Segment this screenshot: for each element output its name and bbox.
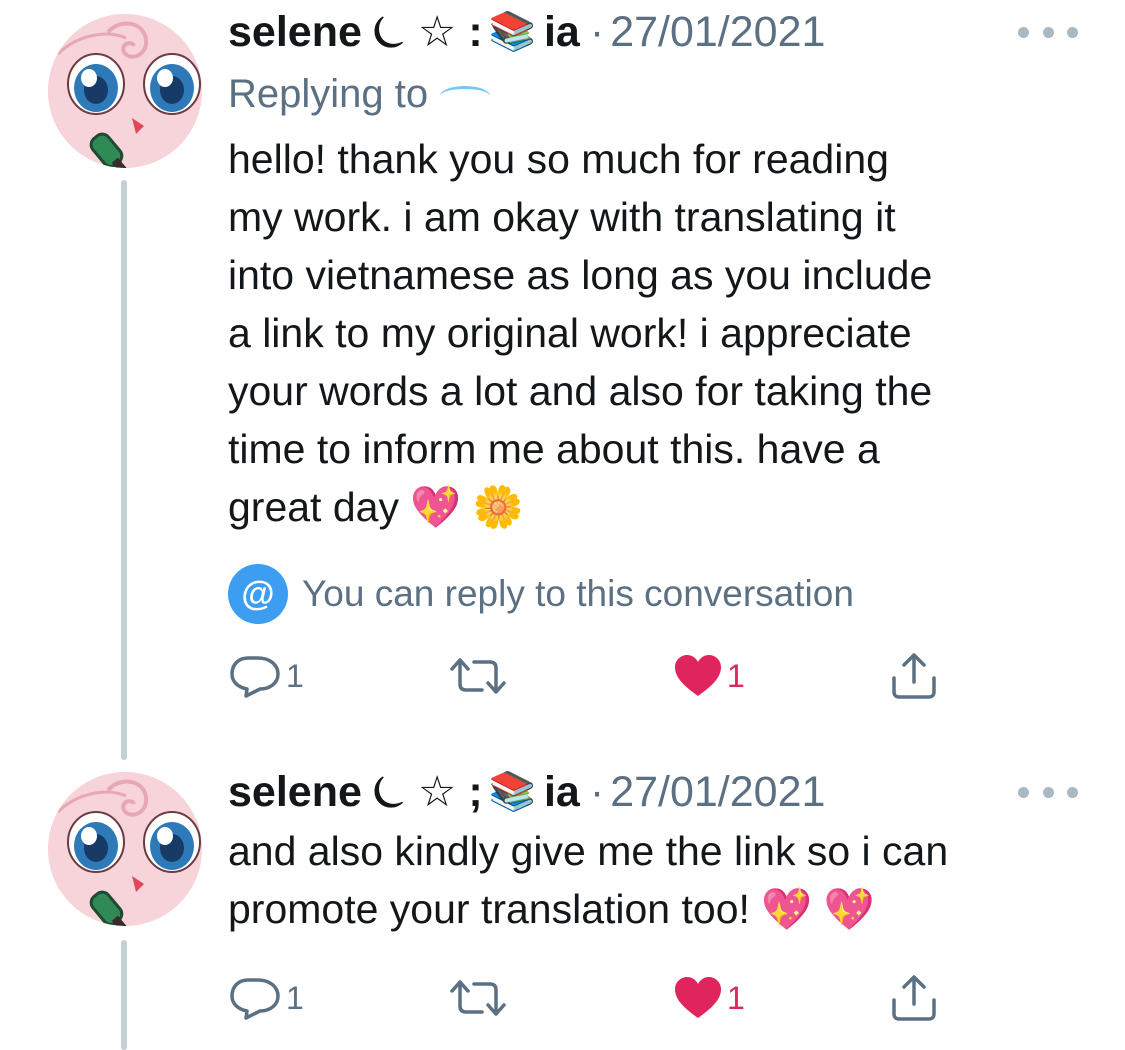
reply-permission-text: You can reply to this conversation <box>302 573 854 614</box>
jigglypuff-avatar-image <box>48 14 202 168</box>
display-name-symbols: ⏾ ☆ : <box>371 8 483 56</box>
like-count: 1 <box>727 657 745 694</box>
tweet-text: hello! thank you so much for reading my … <box>228 136 933 530</box>
tweet-header: selene ⏾ ☆ : 📚 ia · 27/01/2021 <box>228 4 1088 60</box>
reply-count: 1 <box>286 657 304 694</box>
books-emoji: 📚 <box>488 771 536 813</box>
like-count: 1 <box>727 979 745 1016</box>
heart-icon <box>675 655 721 696</box>
tweet[interactable]: selene ⏾ ☆ : 📚 ia · 27/01/2021 Replying … <box>228 4 1088 706</box>
display-name[interactable]: selene <box>228 764 362 820</box>
books-emoji: 📚 <box>488 11 536 53</box>
tweet-actions: 1 1 <box>228 646 1088 706</box>
share-button[interactable] <box>888 968 940 1028</box>
tweet-text: and also kindly give me the link so i ca… <box>228 828 949 932</box>
thread-connector-line <box>121 180 127 760</box>
display-name-symbols: ⏾ ☆ ; <box>371 768 483 816</box>
share-icon <box>892 975 936 1021</box>
jigglypuff-avatar-image <box>48 772 202 926</box>
display-name-suffix: ia <box>543 8 580 56</box>
separator-dot: · <box>589 768 605 816</box>
avatar[interactable] <box>48 772 202 926</box>
at-sign-icon: @ <box>228 564 288 624</box>
thread-connector-line <box>121 940 127 1050</box>
retweet-icon <box>450 980 506 1016</box>
replying-to-label: Replying to <box>228 72 429 116</box>
tweet-header: selene ⏾ ☆ ; 📚 ia · 27/01/2021 <box>228 764 1088 820</box>
reply-count: 1 <box>286 979 304 1016</box>
replying-to-line: Replying to <box>228 66 1088 122</box>
avatar[interactable] <box>48 14 202 168</box>
replying-to-handle[interactable] <box>440 86 491 106</box>
separator-dot: · <box>589 8 605 56</box>
tweet-actions: 1 1 <box>228 968 1088 1028</box>
more-dots-icon[interactable] <box>1018 22 1078 42</box>
tweet-date[interactable]: 27/01/2021 <box>610 4 825 60</box>
retweet-icon <box>450 658 506 694</box>
like-button[interactable]: 1 <box>673 968 745 1028</box>
reply-button[interactable]: 1 <box>228 646 304 706</box>
like-button[interactable]: 1 <box>673 646 745 706</box>
reply-bubble-icon <box>230 978 280 1020</box>
share-button[interactable] <box>888 646 940 706</box>
reply-permission-notice: @ You can reply to this conversation <box>228 564 1088 624</box>
tweet[interactable]: selene ⏾ ☆ ; 📚 ia · 27/01/2021 and also … <box>228 764 1088 1028</box>
display-name-suffix: ia <box>543 768 580 816</box>
tweet-date[interactable]: 27/01/2021 <box>610 764 825 820</box>
conversation-thread: selene ⏾ ☆ : 📚 ia · 27/01/2021 Replying … <box>0 0 1125 1050</box>
more-dots-icon[interactable] <box>1018 782 1078 802</box>
retweet-button[interactable] <box>448 646 508 706</box>
retweet-button[interactable] <box>448 968 508 1028</box>
reply-button[interactable]: 1 <box>228 968 304 1028</box>
share-icon <box>892 653 936 699</box>
heart-icon <box>675 977 721 1018</box>
reply-bubble-icon <box>230 656 280 698</box>
display-name[interactable]: selene <box>228 4 362 60</box>
